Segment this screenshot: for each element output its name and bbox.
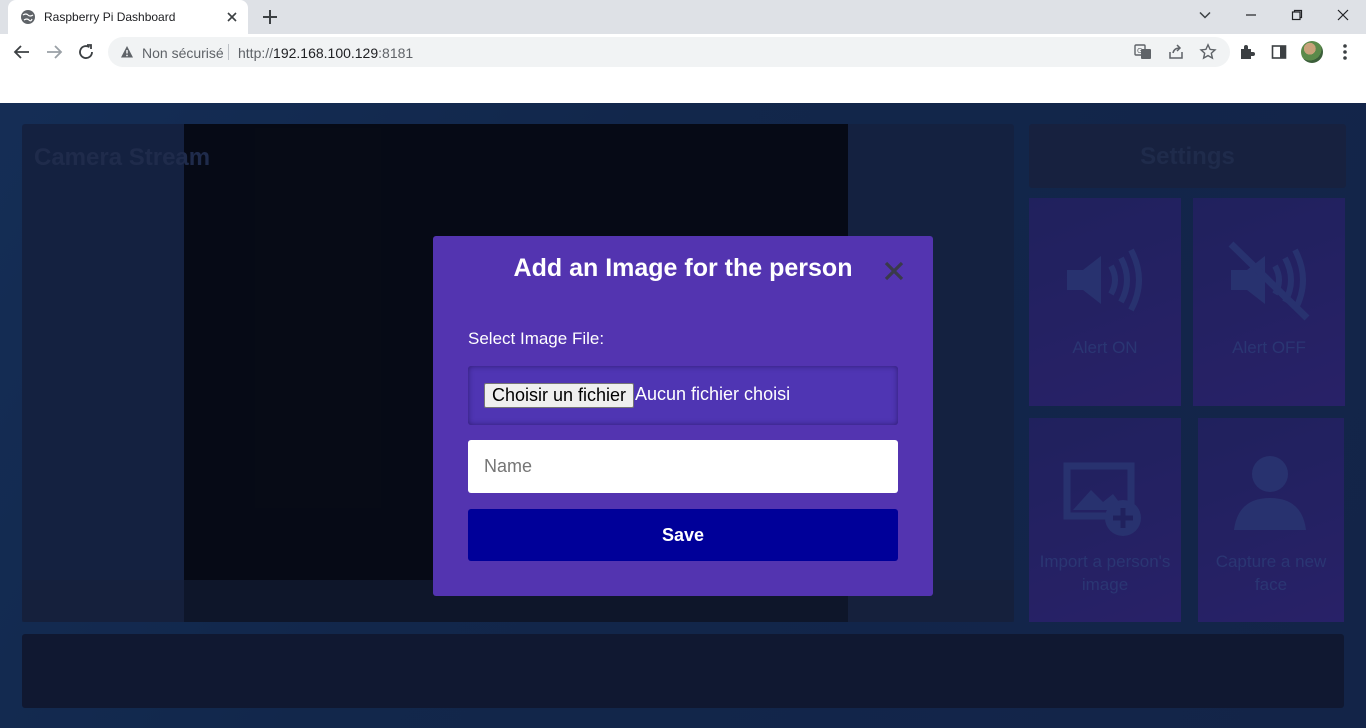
svg-text:G: G (1137, 47, 1142, 55)
arrow-right-icon (47, 45, 63, 59)
file-input[interactable]: Choisir un fichier Aucun fichier choisi (468, 366, 898, 425)
add-image-modal: Add an Image for the person Select Image… (433, 236, 933, 596)
minimize-button[interactable] (1228, 0, 1274, 30)
share-icon[interactable] (1167, 43, 1185, 61)
save-button-label: Save (661, 524, 705, 545)
translate-icon[interactable]: G (1134, 43, 1152, 61)
browser-toolbar: Non sécurisé http://192.168.100.129:8181… (0, 34, 1366, 70)
arrow-left-icon (13, 45, 29, 59)
choose-file-button[interactable]: Choisir un fichier (484, 383, 635, 408)
forward-button[interactable] (40, 38, 68, 66)
modal-title: Add an Image for the person (513, 254, 853, 282)
puzzle-icon (1241, 45, 1255, 59)
reload-button[interactable] (72, 38, 100, 66)
close-tab-icon[interactable] (224, 9, 240, 25)
close-window-button[interactable] (1320, 0, 1366, 30)
file-status-text: Aucun fichier choisi (635, 384, 791, 404)
url-scheme: http:// (238, 45, 274, 61)
security-label[interactable]: Non sécurisé (142, 45, 224, 61)
restore-icon (1291, 9, 1303, 21)
warning-icon (121, 46, 133, 58)
chevron-down-icon (1199, 11, 1211, 19)
save-button[interactable]: Save (468, 509, 898, 561)
separator (228, 44, 229, 60)
profile-avatar[interactable] (1301, 41, 1323, 63)
tab-search-button[interactable] (1182, 0, 1228, 30)
address-bar[interactable]: Non sécurisé http://192.168.100.129:8181… (108, 37, 1230, 67)
reload-icon (79, 44, 93, 59)
close-icon (1337, 9, 1349, 21)
globe-icon (21, 10, 35, 24)
restore-button[interactable] (1274, 0, 1320, 30)
back-button[interactable] (8, 38, 36, 66)
url-port: :8181 (378, 45, 414, 61)
extensions-button[interactable] (1236, 41, 1258, 63)
browser-menu-button[interactable] (1334, 41, 1356, 63)
tab-title: Raspberry Pi Dashboard (44, 10, 176, 24)
side-panel-icon (1271, 45, 1287, 59)
browser-tab[interactable]: Raspberry Pi Dashboard (8, 0, 248, 34)
select-file-label: Select Image File: (468, 329, 605, 348)
more-vertical-icon (1343, 44, 1347, 60)
url-text[interactable]: http://192.168.100.129:8181 (238, 45, 413, 61)
minimize-icon (1246, 14, 1256, 16)
side-panel-button[interactable] (1268, 41, 1290, 63)
url-host: 192.168.100.129 (273, 45, 379, 61)
bookmark-star-icon[interactable] (1199, 43, 1217, 61)
name-input[interactable] (468, 440, 898, 493)
browser-tabstrip: Raspberry Pi Dashboard (0, 0, 1366, 34)
close-icon[interactable] (883, 260, 905, 282)
new-tab-icon[interactable] (258, 5, 282, 29)
